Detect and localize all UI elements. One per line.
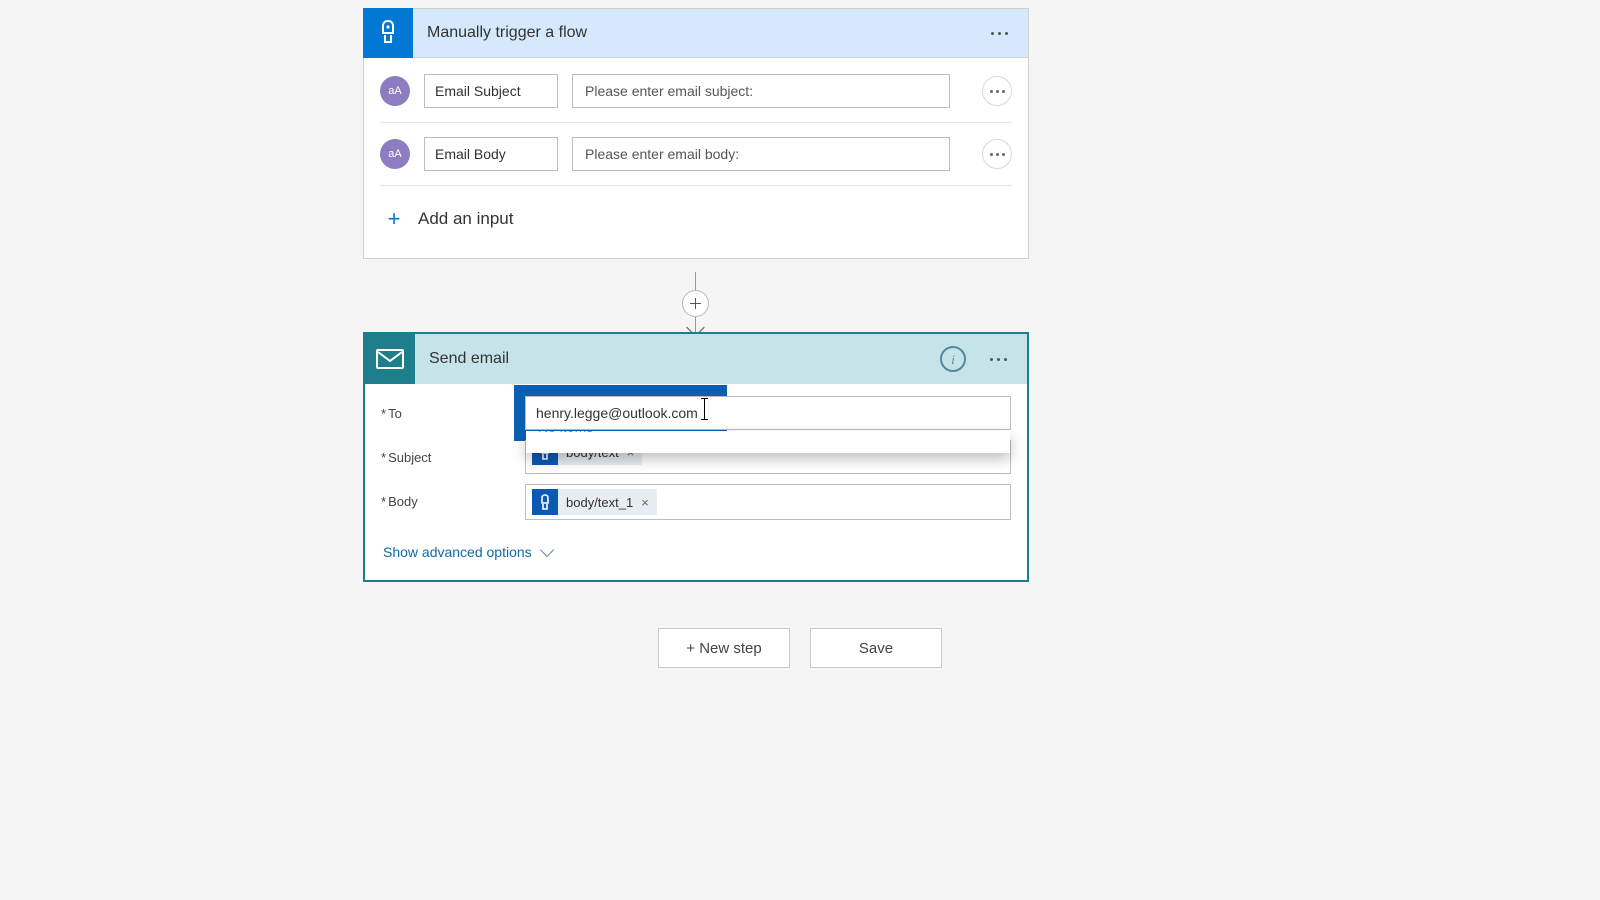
to-label: *To: [381, 396, 525, 421]
input-prompt-field[interactable]: Please enter email subject:: [572, 74, 950, 108]
info-button[interactable]: i: [940, 346, 966, 372]
to-suggestions-dropdown[interactable]: No items: [526, 431, 1010, 453]
body-label: *Body: [381, 484, 525, 509]
manual-trigger-icon: [363, 8, 413, 58]
trigger-menu-button[interactable]: [985, 26, 1014, 41]
field-row-to: *To henry.legge@outlook.com No items: [381, 396, 1011, 430]
to-field[interactable]: henry.legge@outlook.com No items: [525, 396, 1011, 430]
email-icon: [365, 334, 415, 384]
new-step-button[interactable]: + New step: [658, 628, 790, 668]
trigger-input-row: aA Email Subject Please enter email subj…: [380, 68, 1012, 123]
trigger-header[interactable]: Manually trigger a flow: [363, 8, 1029, 58]
trigger-input-row: aA Email Body Please enter email body:: [380, 123, 1012, 186]
input-name-field[interactable]: Email Body: [424, 137, 558, 171]
no-items-label: No items: [526, 431, 1010, 435]
body-field[interactable]: body/text_1 ×: [525, 484, 1011, 520]
footer: + New step Save: [0, 628, 1600, 668]
action-header[interactable]: Send email i: [365, 334, 1027, 384]
action-title: Send email: [415, 350, 940, 368]
input-row-menu-button[interactable]: [982, 76, 1012, 106]
field-row-body: *Body body/text_1 ×: [381, 484, 1011, 520]
trigger-card: Manually trigger a flow aA Email Subject…: [363, 9, 1029, 259]
text-cursor-icon: [704, 398, 705, 420]
trigger-title: Manually trigger a flow: [413, 24, 985, 42]
connector: [695, 272, 696, 332]
text-type-icon: aA: [380, 76, 410, 106]
token-remove-button[interactable]: ×: [641, 495, 649, 510]
show-advanced-label: Show advanced options: [383, 544, 532, 560]
input-prompt-field[interactable]: Please enter email body:: [572, 137, 950, 171]
add-input-label: Add an input: [418, 209, 513, 229]
text-type-icon: aA: [380, 139, 410, 169]
subject-label: *Subject: [381, 440, 525, 465]
flow-token-icon: [532, 489, 558, 515]
chevron-down-icon: [540, 542, 554, 556]
insert-step-button[interactable]: [682, 290, 709, 317]
trigger-body: aA Email Subject Please enter email subj…: [364, 58, 1028, 258]
token-label: body/text_1: [566, 495, 633, 510]
action-body: *To henry.legge@outlook.com No items *Su: [365, 384, 1027, 580]
show-advanced-button[interactable]: Show advanced options: [381, 530, 554, 568]
plus-icon: +: [384, 206, 404, 232]
to-value: henry.legge@outlook.com: [536, 405, 698, 421]
action-card: Send email i *To henry.legge@outlook.com…: [363, 332, 1029, 582]
add-input-button[interactable]: + Add an input: [380, 186, 1012, 242]
input-row-menu-button[interactable]: [982, 139, 1012, 169]
save-button[interactable]: Save: [810, 628, 942, 668]
dynamic-token[interactable]: body/text_1 ×: [532, 489, 657, 515]
input-name-field[interactable]: Email Subject: [424, 74, 558, 108]
action-menu-button[interactable]: [984, 352, 1013, 367]
